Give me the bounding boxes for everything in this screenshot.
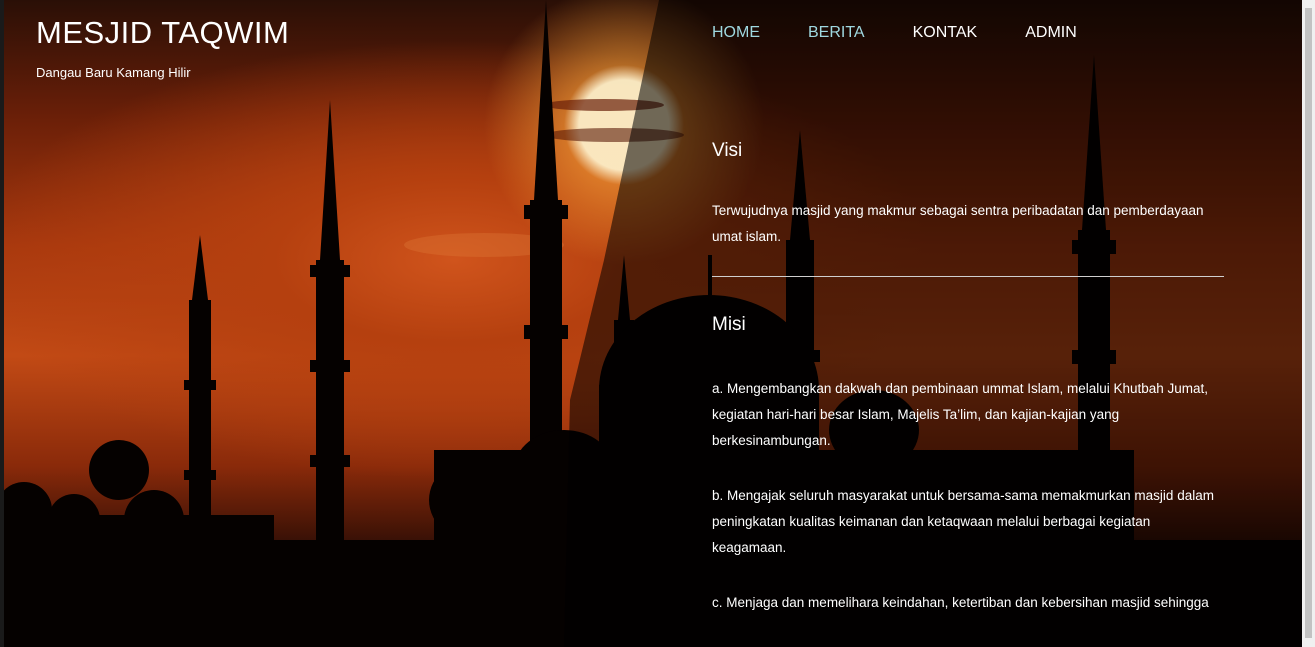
nav-home[interactable]: HOME [712,24,760,42]
site-title[interactable]: MESJID TAQWIM [36,15,289,51]
misi-item: c. Menjaga dan memelihara keindahan, ket… [712,595,1209,610]
site-subtitle: Dangau Baru Kamang Hilir [36,65,191,80]
misi-item: a. Mengembangkan dakwah dan pembinaan um… [712,381,1209,448]
nav-kontak[interactable]: KONTAK [913,24,978,42]
misi-heading: Misi [712,314,746,335]
visi-text: Terwujudnya masjid yang makmur sebagai s… [712,203,1204,244]
section-divider [712,276,1224,277]
visi-heading: Visi [712,140,743,161]
nav-berita[interactable]: BERITA [808,24,865,42]
main-nav: HOME BERITA KONTAK ADMIN [712,24,1125,42]
nav-admin[interactable]: ADMIN [1025,24,1077,42]
misi-item: b. Mengajak seluruh masyarakat untuk ber… [712,488,1214,555]
scrollbar-thumb[interactable] [1305,8,1312,638]
visi-misi-section: Visi Terwujudnya masjid yang makmur seba… [712,140,1224,616]
page-scrollbar[interactable] [1302,0,1315,647]
